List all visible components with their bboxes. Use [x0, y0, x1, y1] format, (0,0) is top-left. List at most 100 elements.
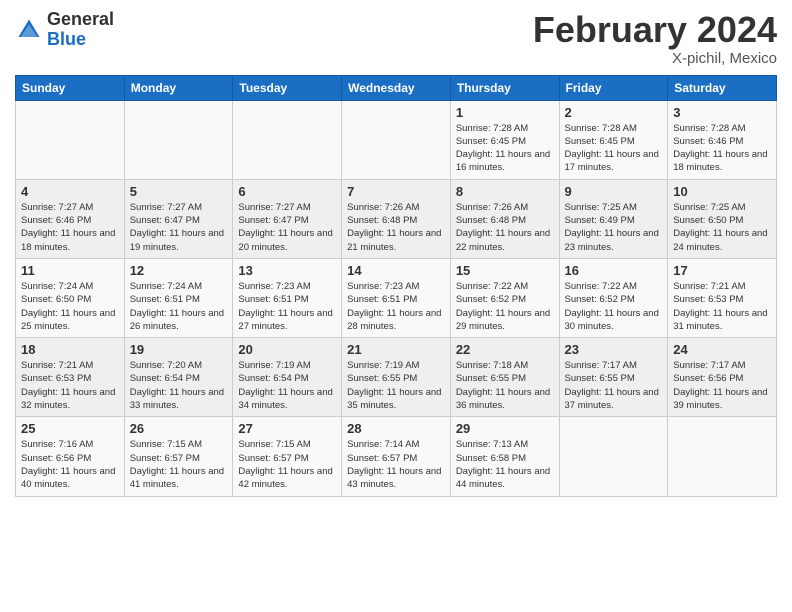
day-cell: 14Sunrise: 7:23 AMSunset: 6:51 PMDayligh… [342, 258, 451, 337]
day-cell: 20 Sunrise: 7:19 AMSunset: 6:54 PMDayligh… [233, 338, 342, 417]
day-info: Sunrise: 7:25 AMSunset: 6:49 PMDaylight:… [565, 201, 663, 254]
day-info: Sunrise: 7:27 AMSunset: 6:46 PMDaylight:… [21, 201, 119, 254]
day-info: Sunrise: 7:19 AMSunset: 6:55 PMDaylight:… [347, 359, 445, 412]
day-number: 8 [456, 184, 554, 199]
day-number: 20 [238, 342, 336, 357]
header-cell-thursday: Thursday [450, 75, 559, 100]
day-info: Sunrise: 7:14 AMSunset: 6:57 PMDaylight:… [347, 438, 445, 491]
week-row-5: 25 Sunrise: 7:16 AMSunset: 6:56 PMDayligh… [16, 417, 777, 496]
week-row-2: 4 Sunrise: 7:27 AMSunset: 6:46 PMDaylight… [16, 179, 777, 258]
day-info: Sunrise: 7:28 AMSunset: 6:45 PMDaylight:… [456, 122, 554, 175]
day-number: 6 [238, 184, 336, 199]
day-cell: 17 Sunrise: 7:21 AMSunset: 6:53 PMDayligh… [668, 258, 777, 337]
day-cell: 27Sunrise: 7:15 AMSunset: 6:57 PMDayligh… [233, 417, 342, 496]
day-number: 28 [347, 421, 445, 436]
day-cell: 18 Sunrise: 7:21 AMSunset: 6:53 PMDayligh… [16, 338, 125, 417]
day-cell: 4 Sunrise: 7:27 AMSunset: 6:46 PMDaylight… [16, 179, 125, 258]
day-number: 12 [130, 263, 228, 278]
day-cell: 8 Sunrise: 7:26 AMSunset: 6:48 PMDaylight… [450, 179, 559, 258]
day-cell [233, 100, 342, 179]
day-info: Sunrise: 7:17 AMSunset: 6:56 PMDaylight:… [673, 359, 771, 412]
day-number: 26 [130, 421, 228, 436]
day-cell: 11 Sunrise: 7:24 AMSunset: 6:50 PMDayligh… [16, 258, 125, 337]
day-cell: 26 Sunrise: 7:15 AMSunset: 6:57 PMDayligh… [124, 417, 233, 496]
day-info: Sunrise: 7:28 AMSunset: 6:45 PMDaylight:… [565, 122, 663, 175]
day-number: 25 [21, 421, 119, 436]
day-info: Sunrise: 7:23 AMSunset: 6:51 PMDaylight:… [347, 280, 445, 333]
day-info: Sunrise: 7:13 AMSunset: 6:58 PMDaylight:… [456, 438, 554, 491]
header-cell-friday: Friday [559, 75, 668, 100]
day-number: 1 [456, 105, 554, 120]
day-info: Sunrise: 7:28 AMSunset: 6:46 PMDaylight:… [673, 122, 771, 175]
day-cell: 29 Sunrise: 7:13 AMSunset: 6:58 PMDayligh… [450, 417, 559, 496]
day-cell: 15Sunrise: 7:22 AMSunset: 6:52 PMDayligh… [450, 258, 559, 337]
week-row-1: 1 Sunrise: 7:28 AMSunset: 6:45 PMDaylight… [16, 100, 777, 179]
day-number: 22 [456, 342, 554, 357]
day-cell: 22 Sunrise: 7:18 AMSunset: 6:55 PMDayligh… [450, 338, 559, 417]
day-number: 9 [565, 184, 663, 199]
day-number: 11 [21, 263, 119, 278]
day-cell: 2Sunrise: 7:28 AMSunset: 6:45 PMDaylight… [559, 100, 668, 179]
day-number: 4 [21, 184, 119, 199]
day-cell: 5 Sunrise: 7:27 AMSunset: 6:47 PMDaylight… [124, 179, 233, 258]
day-cell: 25 Sunrise: 7:16 AMSunset: 6:56 PMDayligh… [16, 417, 125, 496]
day-info: Sunrise: 7:21 AMSunset: 6:53 PMDaylight:… [673, 280, 771, 333]
day-cell: 10Sunrise: 7:25 AMSunset: 6:50 PMDayligh… [668, 179, 777, 258]
day-cell: 7Sunrise: 7:26 AMSunset: 6:48 PMDaylight… [342, 179, 451, 258]
day-cell: 23Sunrise: 7:17 AMSunset: 6:55 PMDayligh… [559, 338, 668, 417]
day-info: Sunrise: 7:27 AMSunset: 6:47 PMDaylight:… [130, 201, 228, 254]
calendar-body: 1 Sunrise: 7:28 AMSunset: 6:45 PMDaylight… [16, 100, 777, 496]
title-section: February 2024 X-pichil, Mexico [533, 10, 777, 67]
day-number: 5 [130, 184, 228, 199]
day-number: 18 [21, 342, 119, 357]
day-info: Sunrise: 7:24 AMSunset: 6:50 PMDaylight:… [21, 280, 119, 333]
header-cell-tuesday: Tuesday [233, 75, 342, 100]
day-info: Sunrise: 7:15 AMSunset: 6:57 PMDaylight:… [238, 438, 336, 491]
location: X-pichil, Mexico [533, 50, 777, 67]
day-info: Sunrise: 7:24 AMSunset: 6:51 PMDaylight:… [130, 280, 228, 333]
day-cell [559, 417, 668, 496]
day-number: 7 [347, 184, 445, 199]
day-cell: 1 Sunrise: 7:28 AMSunset: 6:45 PMDaylight… [450, 100, 559, 179]
page-header: General Blue February 2024 X-pichil, Mex… [15, 10, 777, 67]
day-number: 21 [347, 342, 445, 357]
day-cell [124, 100, 233, 179]
day-number: 3 [673, 105, 771, 120]
calendar-header: SundayMondayTuesdayWednesdayThursdayFrid… [16, 75, 777, 100]
day-number: 17 [673, 263, 771, 278]
logo-blue: Blue [47, 29, 86, 49]
day-cell: 28 Sunrise: 7:14 AMSunset: 6:57 PMDayligh… [342, 417, 451, 496]
day-cell: 19Sunrise: 7:20 AMSunset: 6:54 PMDayligh… [124, 338, 233, 417]
header-cell-saturday: Saturday [668, 75, 777, 100]
day-number: 13 [238, 263, 336, 278]
week-row-3: 11 Sunrise: 7:24 AMSunset: 6:50 PMDayligh… [16, 258, 777, 337]
day-number: 24 [673, 342, 771, 357]
header-cell-sunday: Sunday [16, 75, 125, 100]
day-cell: 16 Sunrise: 7:22 AMSunset: 6:52 PMDayligh… [559, 258, 668, 337]
day-number: 16 [565, 263, 663, 278]
day-cell [668, 417, 777, 496]
day-info: Sunrise: 7:15 AMSunset: 6:57 PMDaylight:… [130, 438, 228, 491]
day-cell: 9 Sunrise: 7:25 AMSunset: 6:49 PMDaylight… [559, 179, 668, 258]
header-cell-wednesday: Wednesday [342, 75, 451, 100]
day-cell [16, 100, 125, 179]
day-info: Sunrise: 7:16 AMSunset: 6:56 PMDaylight:… [21, 438, 119, 491]
day-info: Sunrise: 7:19 AMSunset: 6:54 PMDaylight:… [238, 359, 336, 412]
day-cell: 13Sunrise: 7:23 AMSunset: 6:51 PMDayligh… [233, 258, 342, 337]
day-info: Sunrise: 7:21 AMSunset: 6:53 PMDaylight:… [21, 359, 119, 412]
day-info: Sunrise: 7:26 AMSunset: 6:48 PMDaylight:… [456, 201, 554, 254]
day-cell: 21 Sunrise: 7:19 AMSunset: 6:55 PMDayligh… [342, 338, 451, 417]
day-number: 29 [456, 421, 554, 436]
day-info: Sunrise: 7:22 AMSunset: 6:52 PMDaylight:… [565, 280, 663, 333]
calendar-table: SundayMondayTuesdayWednesdayThursdayFrid… [15, 75, 777, 497]
day-number: 19 [130, 342, 228, 357]
day-info: Sunrise: 7:27 AMSunset: 6:47 PMDaylight:… [238, 201, 336, 254]
day-info: Sunrise: 7:17 AMSunset: 6:55 PMDaylight:… [565, 359, 663, 412]
logo-text: General Blue [47, 10, 114, 50]
day-cell: 24 Sunrise: 7:17 AMSunset: 6:56 PMDayligh… [668, 338, 777, 417]
logo: General Blue [15, 10, 114, 50]
day-info: Sunrise: 7:25 AMSunset: 6:50 PMDaylight:… [673, 201, 771, 254]
logo-general: General [47, 9, 114, 29]
header-cell-monday: Monday [124, 75, 233, 100]
day-info: Sunrise: 7:18 AMSunset: 6:55 PMDaylight:… [456, 359, 554, 412]
